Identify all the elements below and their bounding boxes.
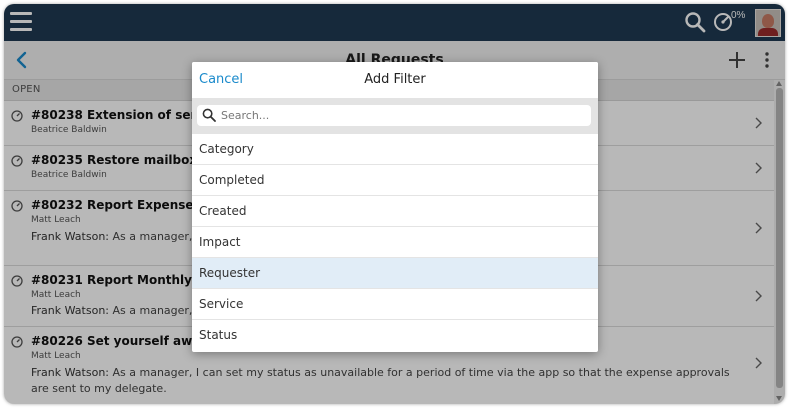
filter-option-status[interactable]: Status — [192, 320, 598, 350]
search-input[interactable] — [221, 106, 581, 124]
filter-option-label: Created — [199, 204, 247, 218]
filter-option-category[interactable]: Category — [192, 134, 598, 165]
filter-option-created[interactable]: Created — [192, 196, 598, 227]
filter-option-label: Service — [199, 297, 244, 311]
filter-option-service[interactable]: Service — [192, 289, 598, 320]
add-filter-dialog: Cancel Add Filter Category Completed Cre… — [192, 62, 598, 352]
filter-option-label: Requester — [199, 266, 261, 280]
filter-options-list: Category Completed Created Impact Reques… — [192, 134, 598, 350]
filter-option-completed[interactable]: Completed — [192, 165, 598, 196]
search-box[interactable] — [197, 105, 591, 126]
filter-option-label: Impact — [199, 235, 241, 249]
search-icon — [202, 108, 216, 122]
filter-option-impact[interactable]: Impact — [192, 227, 598, 258]
filter-option-label: Status — [199, 328, 238, 342]
dialog-title: Add Filter — [364, 72, 426, 87]
dialog-header: Cancel Add Filter — [192, 62, 598, 98]
filter-option-label: Category — [199, 142, 254, 156]
filter-option-label: Completed — [199, 173, 265, 187]
filter-option-requester[interactable]: Requester — [192, 258, 598, 289]
search-bar — [192, 98, 598, 134]
